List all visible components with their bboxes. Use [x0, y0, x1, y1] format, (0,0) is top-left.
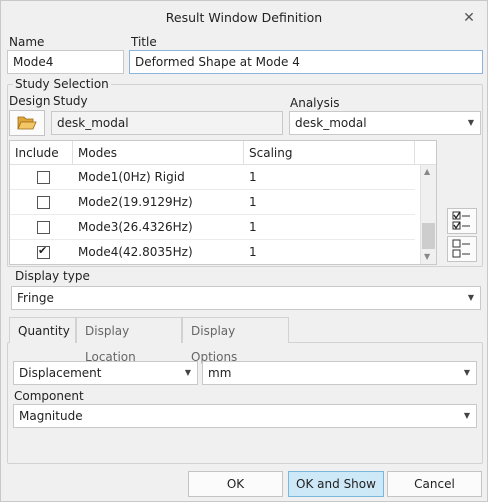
include-checkbox[interactable]	[37, 221, 50, 234]
mode-cell: Mode4(42.8035Hz)	[78, 245, 193, 259]
chevron-down-icon: ▼	[463, 368, 471, 377]
tab-display-location[interactable]: Display Location	[76, 317, 182, 364]
study-label: Study	[53, 94, 88, 108]
select-all-icon	[452, 211, 470, 230]
table-row[interactable]: Mode2(19.9129Hz) 1	[10, 190, 415, 215]
scroll-thumb[interactable]	[422, 223, 435, 249]
scroll-up-icon[interactable]: ▲	[424, 167, 430, 176]
window-title: Result Window Definition	[165, 10, 323, 25]
study-field: desk_modal	[51, 111, 283, 135]
title-label: Title	[131, 35, 157, 49]
scaling-cell[interactable]: 1	[244, 240, 257, 264]
analysis-select[interactable]: desk_modal ▼	[289, 111, 481, 135]
display-type-value: Fringe	[17, 291, 54, 305]
column-header-scaling: Scaling	[244, 141, 415, 165]
tab-quantity[interactable]: Quantity	[9, 317, 76, 343]
title-input[interactable]: Deformed Shape at Mode 4	[129, 50, 483, 74]
scaling-cell[interactable]: 1	[244, 165, 257, 190]
title-bar: Result Window Definition ✕	[1, 1, 487, 35]
unit-select[interactable]: mm ▼	[202, 361, 477, 385]
cancel-button[interactable]: Cancel	[387, 471, 482, 497]
component-select[interactable]: Magnitude ▼	[13, 404, 477, 428]
deselect-all-icon	[452, 239, 470, 258]
include-checkbox[interactable]	[37, 244, 50, 259]
quantity-select[interactable]: Displacement ▼	[13, 361, 198, 385]
column-header-modes: Modes	[73, 141, 244, 165]
scaling-cell[interactable]: 1	[244, 190, 257, 215]
quantity-value: Displacement	[19, 366, 102, 380]
modes-table: Include Modes Scaling Mode1(0Hz) Rigid 1…	[9, 140, 437, 265]
name-label: Name	[9, 35, 45, 49]
column-header-include: Include	[10, 141, 73, 165]
chevron-down-icon: ▼	[184, 368, 192, 377]
display-type-label: Display type	[15, 269, 90, 283]
folder-open-icon	[17, 116, 37, 130]
analysis-label: Analysis	[290, 96, 340, 110]
active-tab-joiner	[10, 341, 75, 343]
design-label: Design	[9, 94, 51, 108]
table-row[interactable]: Mode1(0Hz) Rigid 1	[10, 165, 415, 190]
scaling-cell[interactable]: 1	[244, 215, 257, 240]
table-row[interactable]: Mode3(26.4326Hz) 1	[10, 215, 415, 240]
study-selection-label: Study Selection	[13, 77, 111, 91]
ok-and-show-button[interactable]: OK and Show	[288, 471, 384, 497]
mode-cell: Mode2(19.9129Hz)	[78, 195, 193, 209]
tab-display-options[interactable]: Display Options	[182, 317, 289, 364]
table-row[interactable]: Mode4(42.8035Hz) 1	[10, 240, 415, 264]
display-type-select[interactable]: Fringe ▼	[11, 286, 481, 310]
include-checkbox[interactable]	[37, 171, 50, 184]
deselect-all-button[interactable]	[447, 236, 477, 262]
component-value: Magnitude	[19, 409, 83, 423]
name-input[interactable]: Mode4	[7, 50, 124, 74]
result-window-dialog: Result Window Definition ✕ Name Mode4 Ti…	[0, 0, 488, 502]
component-label: Component	[14, 389, 84, 403]
include-checkbox[interactable]	[37, 196, 50, 209]
mode-cell: Mode3(26.4326Hz)	[78, 220, 193, 234]
scroll-down-icon[interactable]: ▼	[424, 252, 430, 261]
ok-button[interactable]: OK	[188, 471, 283, 497]
close-icon[interactable]: ✕	[461, 1, 477, 35]
open-study-button[interactable]	[9, 110, 45, 136]
chevron-down-icon: ▼	[467, 118, 475, 127]
analysis-value: desk_modal	[295, 116, 367, 130]
header-filler	[415, 141, 436, 165]
select-all-button[interactable]	[447, 208, 477, 234]
table-scrollbar[interactable]: ▲ ▼	[420, 165, 436, 264]
chevron-down-icon: ▼	[467, 293, 475, 302]
mode-cell: Mode1(0Hz) Rigid	[78, 170, 185, 184]
chevron-down-icon: ▼	[463, 411, 471, 420]
unit-value: mm	[208, 366, 232, 380]
